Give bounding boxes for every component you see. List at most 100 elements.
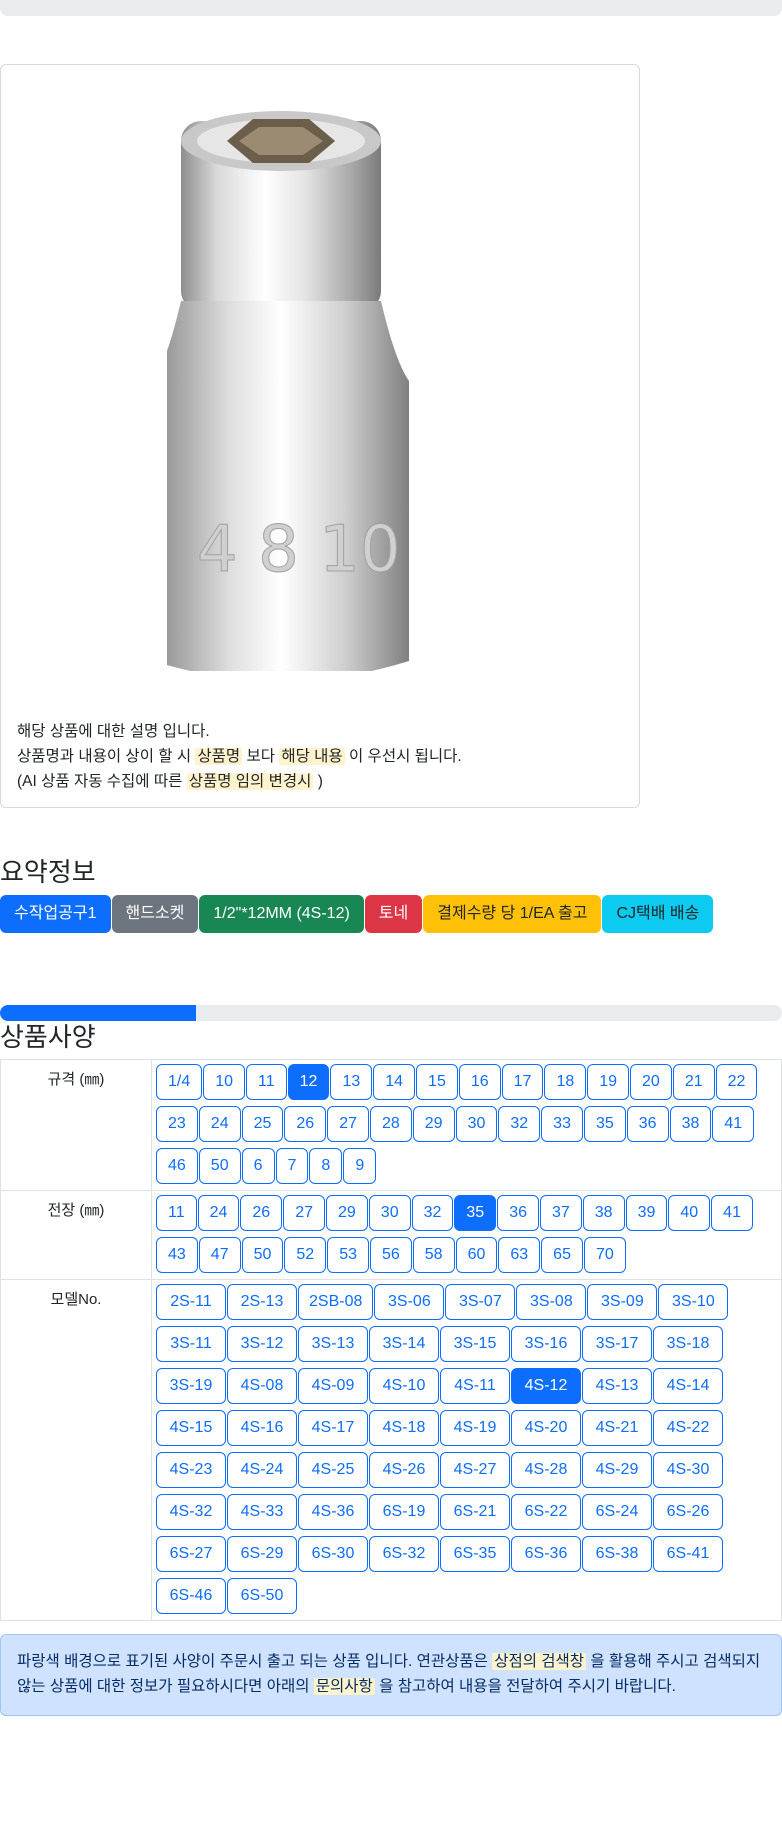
model-option-button[interactable]: 6S-22 [511, 1494, 581, 1530]
model-option-button[interactable]: 4S-20 [511, 1410, 581, 1446]
model-option-button[interactable]: 6S-32 [369, 1536, 439, 1572]
model-option-button[interactable]: 3S-19 [156, 1368, 226, 1404]
size-option-button[interactable]: 12 [287, 1064, 330, 1100]
model-option-button[interactable]: 3S-12 [227, 1326, 297, 1362]
model-option-button[interactable]: 6S-27 [156, 1536, 226, 1572]
model-option-button[interactable]: 6S-19 [369, 1494, 439, 1530]
length-option-button[interactable]: 50 [241, 1237, 284, 1273]
model-option-button[interactable]: 4S-22 [653, 1410, 723, 1446]
model-option-button[interactable]: 3S-15 [440, 1326, 510, 1362]
model-option-button[interactable]: 6S-35 [440, 1536, 510, 1572]
model-option-button[interactable]: 4S-18 [369, 1410, 439, 1446]
model-option-button[interactable]: 4S-17 [298, 1410, 368, 1446]
model-option-button[interactable]: 3S-14 [369, 1326, 439, 1362]
size-option-button[interactable]: 19 [587, 1064, 630, 1100]
size-option-button[interactable]: 6 [241, 1148, 275, 1184]
length-option-button[interactable]: 53 [327, 1237, 369, 1273]
model-option-button[interactable]: 4S-30 [653, 1452, 723, 1488]
size-option-button[interactable]: 20 [630, 1064, 672, 1100]
size-option-button[interactable]: 18 [544, 1064, 587, 1100]
size-option-button[interactable]: 7 [275, 1148, 309, 1184]
model-option-button[interactable]: 6S-46 [156, 1578, 226, 1614]
length-option-button[interactable]: 40 [668, 1195, 711, 1231]
size-option-button[interactable]: 10 [203, 1064, 246, 1100]
model-option-button[interactable]: 4S-09 [298, 1368, 368, 1404]
length-option-button[interactable]: 70 [583, 1237, 626, 1273]
model-option-button[interactable]: 6S-36 [511, 1536, 581, 1572]
length-option-button[interactable]: 29 [326, 1195, 368, 1231]
size-option-button[interactable]: 22 [715, 1064, 758, 1100]
size-option-button[interactable]: 41 [712, 1106, 755, 1142]
size-option-button[interactable]: 16 [458, 1064, 501, 1100]
model-option-button[interactable]: 4S-16 [227, 1410, 297, 1446]
length-option-button[interactable]: 27 [283, 1195, 325, 1231]
model-option-button[interactable]: 6S-30 [298, 1536, 368, 1572]
size-option-button[interactable]: 46 [156, 1148, 198, 1184]
length-option-button[interactable]: 37 [539, 1195, 582, 1231]
length-option-button[interactable]: 47 [198, 1237, 241, 1273]
model-option-button[interactable]: 4S-15 [156, 1410, 226, 1446]
size-option-button[interactable]: 14 [373, 1064, 416, 1100]
model-option-button[interactable]: 4S-10 [369, 1368, 439, 1404]
model-option-button[interactable]: 6S-38 [582, 1536, 652, 1572]
size-option-button[interactable]: 27 [327, 1106, 369, 1142]
length-option-button[interactable]: 56 [369, 1237, 412, 1273]
model-option-button[interactable]: 4S-08 [227, 1368, 297, 1404]
model-option-button[interactable]: 4S-19 [440, 1410, 510, 1446]
length-option-button[interactable]: 60 [455, 1237, 498, 1273]
model-option-button[interactable]: 6S-26 [653, 1494, 723, 1530]
length-option-button[interactable]: 36 [497, 1195, 539, 1231]
model-option-button[interactable]: 4S-25 [298, 1452, 368, 1488]
model-option-button[interactable]: 4S-13 [582, 1368, 652, 1404]
model-option-button[interactable]: 6S-29 [227, 1536, 297, 1572]
length-option-button[interactable]: 11 [156, 1195, 197, 1231]
model-option-button[interactable]: 2S-13 [227, 1284, 297, 1320]
length-option-button[interactable]: 58 [412, 1237, 455, 1273]
model-option-button[interactable]: 3S-06 [374, 1284, 445, 1320]
model-option-button[interactable]: 4S-11 [440, 1368, 510, 1404]
model-option-button[interactable]: 4S-27 [440, 1452, 510, 1488]
size-option-button[interactable]: 8 [309, 1148, 343, 1184]
size-option-button[interactable]: 32 [498, 1106, 541, 1142]
model-option-button[interactable]: 4S-24 [227, 1452, 297, 1488]
size-option-button[interactable]: 11 [246, 1064, 287, 1100]
size-option-button[interactable]: 9 [343, 1148, 377, 1184]
size-option-button[interactable]: 26 [284, 1106, 327, 1142]
length-option-button[interactable]: 32 [411, 1195, 454, 1231]
size-option-button[interactable]: 25 [241, 1106, 284, 1142]
model-option-button[interactable]: 4S-32 [156, 1494, 226, 1530]
model-option-button[interactable]: 2S-11 [156, 1284, 226, 1320]
model-option-button[interactable]: 3S-16 [511, 1326, 581, 1362]
model-option-button[interactable]: 4S-33 [227, 1494, 297, 1530]
model-option-button[interactable]: 2SB-08 [298, 1284, 374, 1320]
model-option-button[interactable]: 3S-07 [445, 1284, 516, 1320]
size-option-button[interactable]: 23 [156, 1106, 198, 1142]
model-option-button[interactable]: 3S-18 [653, 1326, 723, 1362]
model-option-button[interactable]: 6S-41 [653, 1536, 723, 1572]
length-option-button[interactable]: 65 [541, 1237, 583, 1273]
model-option-button[interactable]: 4S-26 [369, 1452, 439, 1488]
model-option-button[interactable]: 4S-21 [582, 1410, 652, 1446]
model-option-button[interactable]: 4S-14 [653, 1368, 723, 1404]
model-option-button[interactable]: 3S-13 [298, 1326, 368, 1362]
length-option-button[interactable]: 35 [454, 1195, 497, 1231]
size-option-button[interactable]: 29 [412, 1106, 455, 1142]
size-option-button[interactable]: 21 [672, 1064, 715, 1100]
model-option-button[interactable]: 6S-21 [440, 1494, 510, 1530]
size-option-button[interactable]: 38 [669, 1106, 712, 1142]
length-option-button[interactable]: 26 [240, 1195, 283, 1231]
length-option-button[interactable]: 30 [368, 1195, 411, 1231]
size-option-button[interactable]: 24 [198, 1106, 241, 1142]
size-option-button[interactable]: 36 [626, 1106, 669, 1142]
size-option-button[interactable]: 17 [501, 1064, 544, 1100]
size-option-button[interactable]: 13 [330, 1064, 373, 1100]
length-option-button[interactable]: 41 [711, 1195, 753, 1231]
model-option-button[interactable]: 3S-11 [156, 1326, 226, 1362]
size-option-button[interactable]: 33 [541, 1106, 583, 1142]
size-option-button[interactable]: 15 [416, 1064, 458, 1100]
size-option-button[interactable]: 1/4 [156, 1064, 203, 1100]
length-option-button[interactable]: 52 [284, 1237, 327, 1273]
length-option-button[interactable]: 39 [625, 1195, 668, 1231]
length-option-button[interactable]: 63 [498, 1237, 541, 1273]
model-option-button[interactable]: 4S-12 [511, 1368, 581, 1404]
